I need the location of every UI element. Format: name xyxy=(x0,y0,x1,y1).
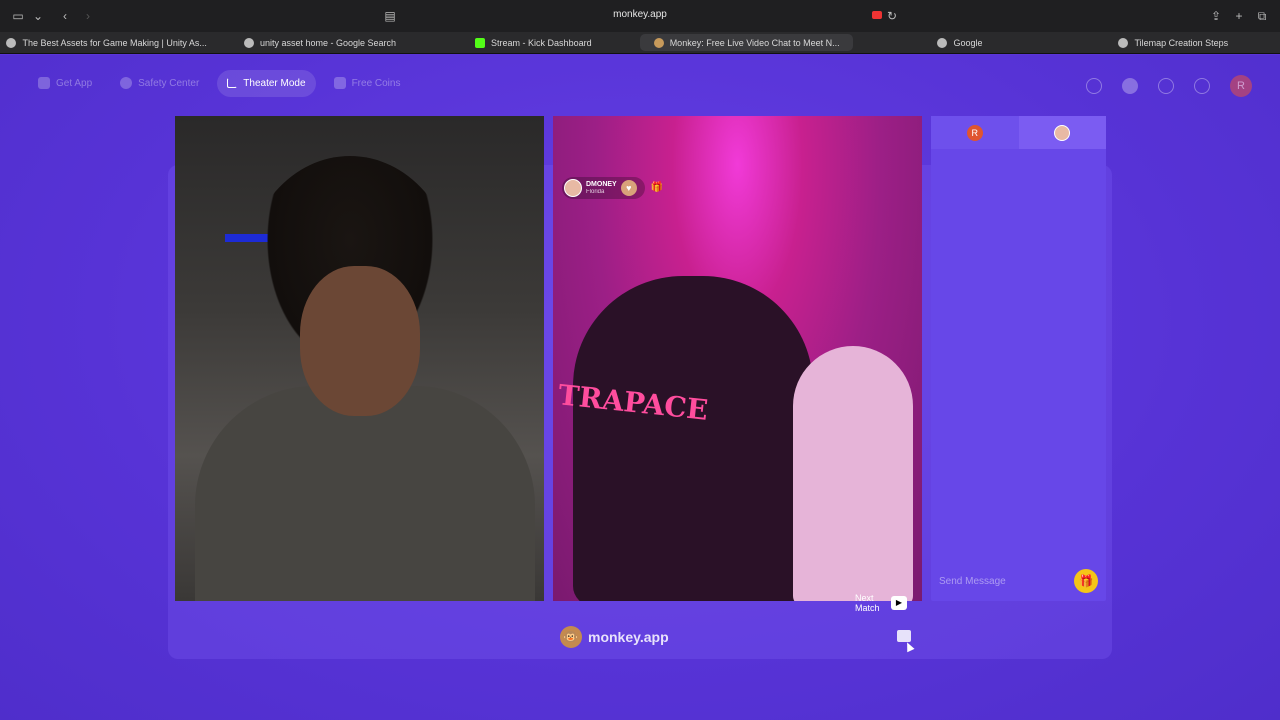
remote-person-2 xyxy=(793,346,913,601)
kick-icon xyxy=(475,37,486,48)
free-coins-button[interactable]: Free Coins xyxy=(324,69,411,97)
remote-avatar xyxy=(564,179,582,197)
message-input[interactable]: Send Message 🎁 xyxy=(931,561,1106,601)
unity-icon xyxy=(6,37,17,48)
coins-icon xyxy=(333,77,346,89)
top-nav: Get App Safety Center Theater Mode Free … xyxy=(28,69,410,97)
play-icon: ▶ xyxy=(891,596,907,610)
monkey-icon xyxy=(653,37,664,48)
google-icon xyxy=(937,37,948,48)
peer-avatar xyxy=(1054,124,1071,141)
coin-icon[interactable] xyxy=(1122,78,1138,94)
phone-icon xyxy=(38,77,50,89)
shield-icon xyxy=(120,77,133,89)
tab-tilemap[interactable]: Tilemap Creation Steps xyxy=(1067,32,1280,53)
tab-kick[interactable]: Stream - Kick Dashboard xyxy=(427,32,640,53)
google-icon xyxy=(243,37,254,48)
new-tab-icon[interactable]: + xyxy=(1231,8,1247,24)
get-app-button[interactable]: Get App xyxy=(28,69,102,97)
tab-unity[interactable]: The Best Assets for Game Making | Unity … xyxy=(0,32,213,53)
share-icon[interactable]: ⇪ xyxy=(1208,8,1224,24)
chat-bubble-icon[interactable] xyxy=(1194,78,1210,94)
heart-icon[interactable]: ♥ xyxy=(620,180,637,196)
browser-toolbar: ▭ ⌄ ‹ › ▤ monkey.app ↻ ⇪ + ⧉ xyxy=(0,0,1280,32)
self-video xyxy=(175,116,544,601)
expand-icon xyxy=(227,78,238,88)
theater-mode-button[interactable]: Theater Mode xyxy=(217,69,316,97)
next-match-label: Next Match xyxy=(855,593,880,613)
chat-panel: R Send Message 🎁 xyxy=(931,116,1106,601)
site-settings-icon[interactable]: ▤ xyxy=(382,8,398,24)
tab-google[interactable]: Google xyxy=(853,32,1066,53)
tab-bar: The Best Assets for Game Making | Unity … xyxy=(0,32,1280,54)
remote-location: Florida xyxy=(586,188,605,195)
self-person-face xyxy=(300,266,420,416)
self-person-body xyxy=(195,386,535,601)
search-icon[interactable] xyxy=(1086,78,1102,94)
safety-center-button[interactable]: Safety Center xyxy=(110,69,209,97)
gift-icon[interactable]: 🎁 xyxy=(651,182,663,194)
monkey-logo-icon: 🐵 xyxy=(560,626,582,648)
address-bar[interactable]: monkey.app xyxy=(540,9,740,20)
chat-tabs: R xyxy=(931,116,1106,149)
right-nav: R xyxy=(1086,75,1252,97)
forward-icon[interactable]: › xyxy=(80,8,96,24)
remote-user-pill[interactable]: DMONEY Florida ♥ xyxy=(562,177,645,199)
reload-icon[interactable]: ↻ xyxy=(884,8,900,24)
monkey-watermark: 🐵 monkey.app xyxy=(560,626,669,648)
profile-avatar[interactable]: R xyxy=(1230,75,1252,97)
remote-person-1 xyxy=(573,276,813,601)
sidebar-toggle-icon[interactable]: ▭ xyxy=(10,8,26,24)
message-placeholder: Send Message xyxy=(939,575,1006,587)
chat-tab-self[interactable]: R xyxy=(931,116,1019,149)
tab-google-search[interactable]: unity asset home - Google Search xyxy=(213,32,426,53)
remote-username: DMONEY xyxy=(586,180,617,188)
self-avatar: R xyxy=(966,124,983,141)
chat-tab-peer[interactable] xyxy=(1018,116,1106,149)
chatgpt-icon xyxy=(1118,37,1129,48)
tab-monkey[interactable]: Monkey: Free Live Video Chat to Meet N..… xyxy=(639,34,854,51)
gift-button-icon[interactable]: 🎁 xyxy=(1074,569,1098,593)
tab-overview-icon[interactable]: ⧉ xyxy=(1254,8,1270,24)
back-icon[interactable]: ‹ xyxy=(57,8,73,24)
recording-icon[interactable] xyxy=(872,11,882,19)
chevron-down-icon[interactable]: ⌄ xyxy=(30,8,46,24)
next-match-button[interactable]: Next Match ▶ xyxy=(855,593,907,613)
remote-user-badge: DMONEY Florida ♥ 🎁 xyxy=(562,177,663,199)
history-icon[interactable] xyxy=(1158,78,1174,94)
